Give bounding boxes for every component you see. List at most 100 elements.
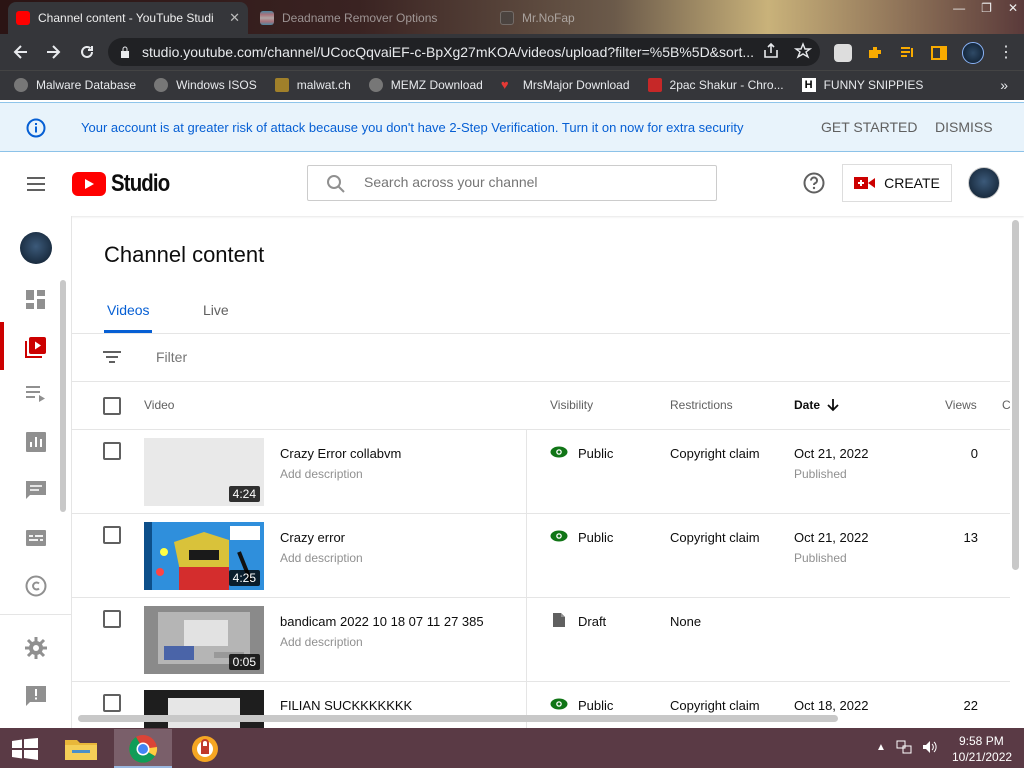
share-icon[interactable] [762,42,780,60]
forward-icon[interactable] [44,43,62,61]
comments-icon[interactable] [24,478,48,502]
video-thumbnail[interactable]: 0:05 [144,606,264,674]
search-input[interactable] [364,174,704,190]
video-title[interactable]: Crazy error [280,530,345,545]
page-vertical-scrollbar[interactable] [1012,220,1019,570]
visibility-status[interactable]: Public [578,446,613,461]
row-checkbox[interactable] [103,694,121,712]
media-control-icon[interactable] [898,44,916,62]
security-app-icon[interactable] [190,734,220,764]
file-explorer-icon[interactable] [64,735,98,761]
playlists-icon[interactable] [24,382,48,406]
subtitles-icon[interactable] [24,526,48,550]
restriction-status[interactable]: Copyright claim [670,698,760,713]
bookmark-funny-snippies[interactable]: H FUNNY SNIPPIES [801,78,923,92]
video-thumbnail[interactable]: 4:25 [144,522,264,590]
column-header-date[interactable]: Date [794,398,840,412]
bookmark-memz-download[interactable]: MEMZ Download [368,78,483,92]
extensions-puzzle-icon[interactable] [866,44,884,62]
bookmark-2pac-shakur[interactable]: 2pac Shakur - Chro... [647,78,784,92]
channel-avatar[interactable] [20,232,52,264]
network-icon[interactable] [896,740,912,754]
more-bookmarks-icon[interactable]: » [1000,77,1008,93]
tab-videos[interactable]: Videos [107,302,150,318]
h-logo-icon: H [801,78,816,92]
close-tab-icon[interactable]: ✕ [229,10,240,26]
video-title[interactable]: FILIAN SUCKKKKKKK [280,698,412,713]
window-close-icon[interactable]: ✕ [1008,1,1018,15]
view-count: 13 [963,530,978,545]
row-checkbox[interactable] [103,442,121,460]
account-avatar[interactable] [968,167,1000,199]
chrome-taskbar-button[interactable] [114,729,172,768]
youtube-favicon-icon [16,11,30,25]
video-thumbnail[interactable]: 4:24 [144,438,264,506]
browser-menu-icon[interactable]: ⋮ [998,44,1014,62]
column-header-comments[interactable]: C [1002,398,1010,412]
video-duration: 0:05 [228,654,260,670]
send-feedback-icon[interactable] [24,684,48,708]
bookmark-star-icon[interactable] [794,42,812,60]
side-panel-icon[interactable] [930,44,948,62]
analytics-icon[interactable] [24,430,48,454]
reload-icon[interactable] [78,43,96,61]
clock-time[interactable]: 9:58 PM [959,734,1004,748]
column-header-visibility[interactable]: Visibility [550,398,593,412]
minimize-icon[interactable]: — [953,1,965,15]
select-all-checkbox[interactable] [103,397,121,415]
get-started-button[interactable]: GET STARTED [821,119,917,135]
column-header-restrictions[interactable]: Restrictions [670,398,733,412]
hamburger-menu-icon[interactable] [26,174,46,194]
globe-icon [368,78,383,92]
address-bar[interactable]: studio.youtube.com/channel/UCocQqvaiEF-c… [108,38,820,66]
visibility-status[interactable]: Public [578,698,613,713]
bookmark-malware-database[interactable]: Malware Database [14,78,136,92]
back-icon[interactable] [12,43,30,61]
dashboard-icon[interactable] [24,288,48,312]
windows-start-icon[interactable] [12,738,38,760]
restriction-status[interactable]: Copyright claim [670,446,760,461]
video-thumbnail[interactable] [144,690,264,728]
create-button[interactable]: CREATE [842,164,952,202]
row-checkbox[interactable] [103,526,121,544]
content-icon[interactable] [24,335,48,359]
active-nav-indicator [0,322,4,370]
maximize-icon[interactable]: ❐ [981,1,992,15]
row-checkbox[interactable] [103,610,121,628]
visibility-status[interactable]: Draft [578,614,606,629]
visibility-status[interactable]: Public [578,530,613,545]
settings-icon[interactable] [24,636,48,660]
profile-avatar[interactable] [962,42,984,64]
tab-channel-content[interactable]: Channel content - YouTube Studi ✕ [8,2,248,34]
video-description[interactable]: Add description [280,467,363,481]
sidebar-divider [0,614,72,615]
studio-logo[interactable]: Studio [72,170,180,198]
tab-mr-nofap[interactable]: Mr.NoFap [492,2,672,34]
horizontal-scrollbar[interactable] [78,715,838,722]
tab-deadname-remover[interactable]: Deadname Remover Options [252,2,484,34]
video-description[interactable]: Add description [280,551,363,565]
filter-input[interactable] [156,349,456,365]
windows-taskbar: ▲ 9:58 PM 10/21/2022 [0,728,1024,768]
video-description[interactable]: Add description [280,635,363,649]
tab-live[interactable]: Live [203,302,229,318]
sidebar-scrollbar[interactable] [60,280,66,512]
channel-search[interactable] [307,165,717,201]
video-title[interactable]: Crazy Error collabvm [280,446,401,461]
bookmark-mrsmajor-download[interactable]: ♥ MrsMajor Download [501,78,630,93]
dismiss-button[interactable]: DISMISS [935,119,993,135]
clock-date[interactable]: 10/21/2022 [952,750,1012,764]
restriction-status[interactable]: Copyright claim [670,530,760,545]
video-title[interactable]: bandicam 2022 10 18 07 11 27 385 [280,614,484,629]
copyright-icon[interactable] [24,574,48,598]
filter-icon[interactable] [102,350,122,364]
help-icon[interactable] [803,172,825,194]
column-header-views[interactable]: Views [945,398,977,412]
cat-extension-icon[interactable] [834,44,852,62]
show-hidden-icons-icon[interactable]: ▲ [876,742,886,753]
video-duration: 4:24 [228,486,260,502]
bookmark-malwatch[interactable]: malwat.ch [274,78,351,92]
volume-icon[interactable] [922,740,938,754]
bookmark-windows-isos[interactable]: Windows ISOS [154,78,257,92]
bookmark-label: malwat.ch [296,78,351,92]
